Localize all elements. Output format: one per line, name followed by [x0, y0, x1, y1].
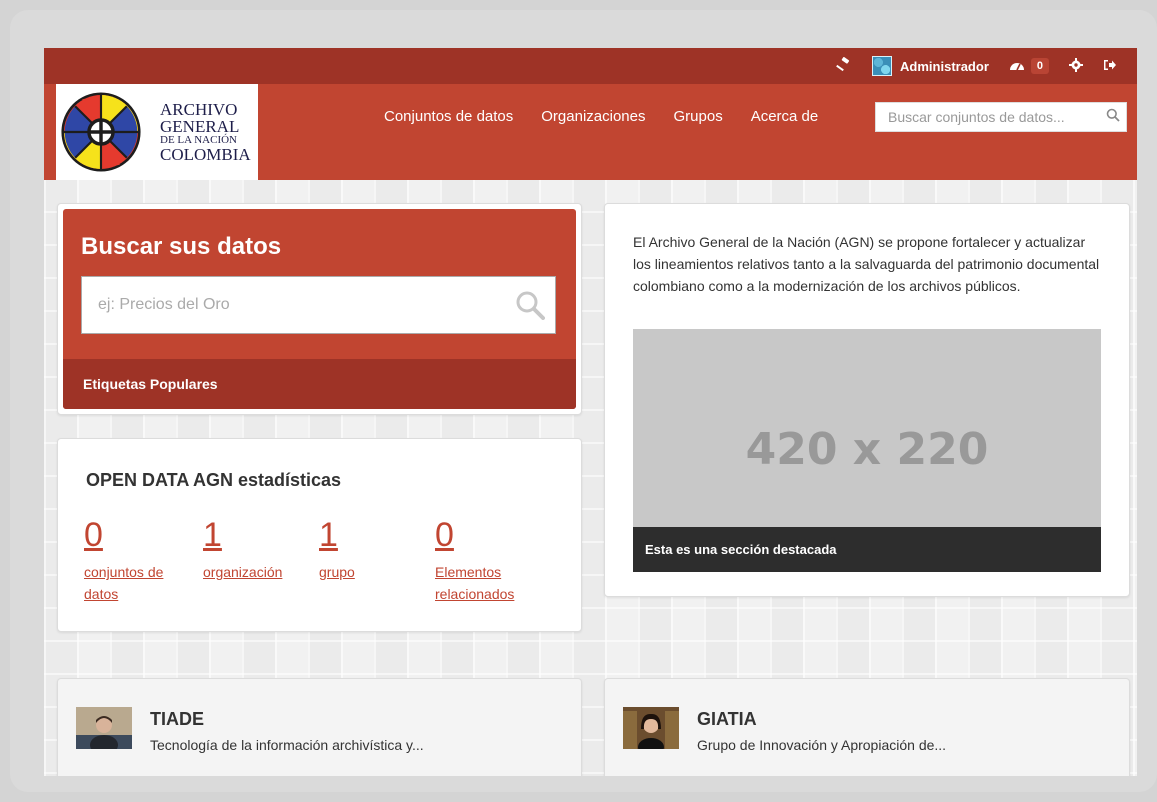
stat-organizations[interactable]: 1 organización	[203, 515, 313, 583]
group-thumbnail	[76, 707, 132, 749]
hero-search-panel: Buscar sus datos Etiquetas Populares	[63, 209, 576, 409]
featured-caption[interactable]: Esta es una sección destacada	[633, 527, 1101, 572]
group-card-tiade[interactable]: TIADE Tecnología de la información archi…	[57, 678, 582, 776]
stats-title: OPEN DATA AGN estadísticas	[86, 470, 342, 490]
stat-value: 0	[84, 516, 103, 554]
nav-groups[interactable]: Grupos	[674, 108, 723, 125]
dashboard-count-badge: 0	[1030, 58, 1049, 74]
site-logo-link[interactable]: ARCHIVO GENERAL DE LA NACIÓN COLOMBIA	[56, 84, 258, 180]
header-search-input[interactable]	[876, 103, 1100, 131]
popular-tags-label: Etiquetas Populares	[83, 376, 218, 392]
group-card-giatia[interactable]: GIATIA Grupo de Innovación y Apropiación…	[604, 678, 1130, 776]
search-icon[interactable]	[505, 290, 555, 320]
header-search-form	[875, 102, 1127, 132]
logout-icon	[1103, 59, 1117, 73]
hero-search-card: Buscar sus datos Etiquetas Populares	[57, 203, 582, 415]
stat-value: 1	[203, 516, 222, 554]
nav-organizations[interactable]: Organizaciones	[541, 108, 645, 125]
group-description: Tecnología de la información archivístic…	[150, 737, 424, 753]
stat-label: Elementos relacionados	[435, 564, 515, 602]
nav-datasets[interactable]: Conjuntos de datos	[384, 108, 513, 125]
nav-about[interactable]: Acerca de	[751, 108, 819, 125]
account-masthead: Administrador 0	[44, 48, 1137, 84]
agn-logo-emblem	[61, 92, 141, 172]
gear-icon	[1069, 58, 1083, 74]
user-name: Administrador	[900, 58, 989, 74]
main-masthead: ARCHIVO GENERAL DE LA NACIÓN COLOMBIA Co…	[44, 84, 1137, 180]
logo-line-2: GENERAL	[160, 117, 240, 136]
group-title[interactable]: GIATIA	[697, 709, 757, 730]
stat-value: 1	[319, 516, 338, 554]
dashboard-link[interactable]: 0	[1009, 58, 1049, 74]
hero-search-form	[81, 276, 556, 334]
stat-value: 0	[435, 516, 454, 554]
image-placeholder-text: 420 x 220	[745, 424, 989, 475]
group-description: Grupo de Innovación y Apropiación de...	[697, 737, 947, 753]
stat-label: organización	[203, 564, 283, 580]
hero-search-input[interactable]	[82, 277, 505, 333]
logo-wordmark: ARCHIVO GENERAL DE LA NACIÓN COLOMBIA	[160, 101, 251, 163]
search-icon[interactable]	[1100, 108, 1126, 127]
group-thumbnail	[623, 707, 679, 749]
dashboard-icon	[1009, 58, 1025, 74]
main-nav: Conjuntos de datos Organizaciones Grupos…	[384, 84, 846, 180]
stat-datasets[interactable]: 0 conjuntos de datos	[84, 515, 184, 605]
sysadmin-link[interactable]	[836, 57, 852, 75]
hero-search-title: Buscar sus datos	[81, 233, 282, 260]
user-profile-link[interactable]: Administrador	[872, 56, 989, 76]
logo-line-4: COLOMBIA	[160, 145, 251, 164]
stat-label: grupo	[319, 564, 355, 580]
logo-line-1: ARCHIVO	[160, 100, 238, 119]
gavel-icon	[836, 57, 852, 75]
stats-card: OPEN DATA AGN estadísticas 0 conjuntos d…	[57, 438, 582, 632]
stat-groups[interactable]: 1 grupo	[319, 515, 399, 583]
featured-caption-text: Esta es una sección destacada	[645, 542, 837, 557]
settings-link[interactable]	[1069, 58, 1083, 74]
group-title[interactable]: TIADE	[150, 709, 204, 730]
browser-viewport: Administrador 0 ARCHIVO GENERAL DE LA NA…	[44, 48, 1137, 776]
featured-description: El Archivo General de la Nación (AGN) se…	[633, 234, 1100, 294]
logout-link[interactable]	[1103, 59, 1117, 73]
stat-label: conjuntos de datos	[84, 564, 164, 602]
stat-related-items[interactable]: 0 Elementos relacionados	[435, 515, 545, 605]
popular-tags-bar: Etiquetas Populares	[63, 359, 576, 409]
user-avatar	[872, 56, 893, 76]
featured-card: El Archivo General de la Nación (AGN) se…	[604, 203, 1130, 597]
